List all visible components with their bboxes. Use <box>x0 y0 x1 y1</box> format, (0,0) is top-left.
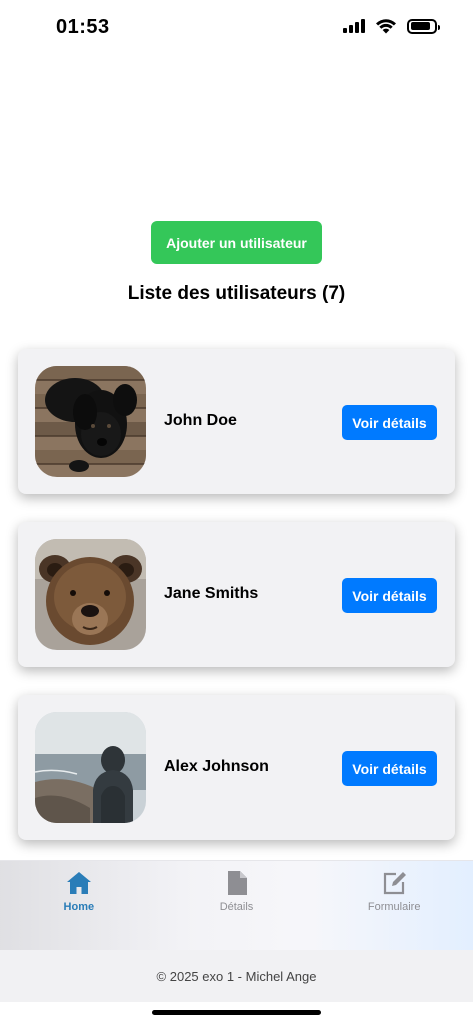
user-avatar <box>35 366 146 477</box>
page-title: Liste des utilisateurs (7) <box>127 283 346 304</box>
user-card: Alex Johnson Voir détails <box>18 695 455 840</box>
tab-label: Formulaire <box>367 901 421 913</box>
bear-avatar-image <box>35 539 146 650</box>
user-name: John Doe <box>164 412 237 429</box>
person-avatar-image <box>35 712 146 823</box>
status-time: 01:53 <box>56 16 110 38</box>
cellular-signal-icon <box>343 19 365 33</box>
tab-home[interactable]: Home <box>0 861 158 950</box>
battery-icon <box>407 18 440 34</box>
view-details-button[interactable]: Voir détails <box>342 751 437 786</box>
view-details-button[interactable]: Voir détails <box>342 578 437 613</box>
puppy-avatar-image <box>35 366 146 477</box>
user-name: Alex Johnson <box>164 758 269 775</box>
user-name: Jane Smiths <box>164 585 259 602</box>
user-card: John Doe Voir détails <box>18 349 455 494</box>
user-list[interactable]: John Doe Voir détails Jane Smiths Voir d <box>0 325 473 860</box>
add-user-button[interactable]: Ajouter un utilisateur <box>151 221 322 264</box>
home-indicator[interactable] <box>152 1010 321 1015</box>
document-icon <box>227 871 247 895</box>
edit-icon <box>384 872 407 895</box>
user-avatar <box>35 539 146 650</box>
wifi-icon <box>376 19 396 34</box>
view-details-button[interactable]: Voir détails <box>342 405 437 440</box>
user-card: Jane Smiths Voir détails <box>18 522 455 667</box>
home-icon <box>66 872 91 894</box>
copyright-text: © 2025 exo 1 - Michel Ange <box>156 968 317 984</box>
tab-label: Détails <box>219 901 254 913</box>
tab-details[interactable]: Détails <box>158 861 316 950</box>
footer: © 2025 exo 1 - Michel Ange <box>0 950 473 1002</box>
tab-bar: Home Détails Formulaire <box>0 860 473 950</box>
tab-label: Home <box>63 901 95 913</box>
tab-form[interactable]: Formulaire <box>315 861 473 950</box>
user-avatar <box>35 712 146 823</box>
status-icons <box>343 18 440 34</box>
status-bar: 01:53 <box>0 0 473 56</box>
